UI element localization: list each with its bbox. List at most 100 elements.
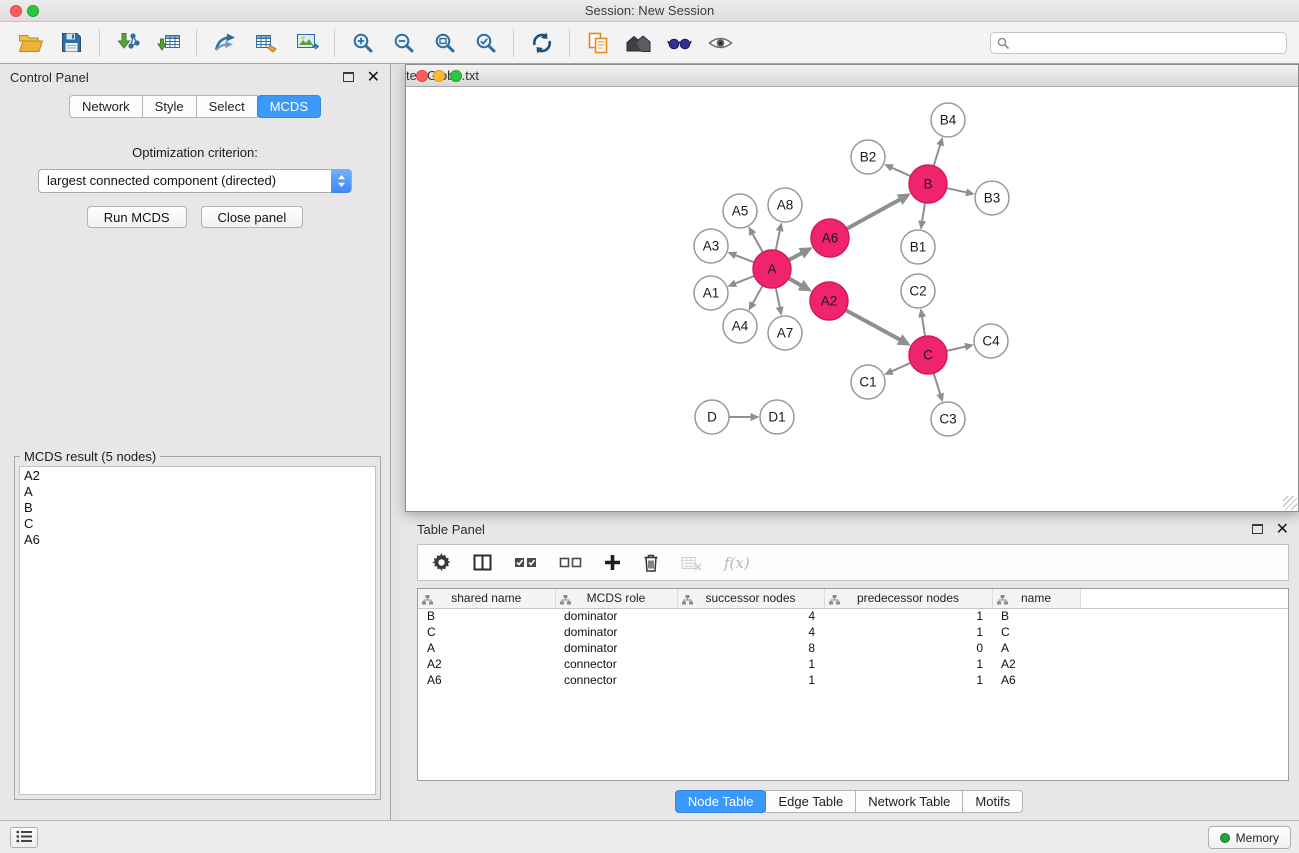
- table-cell[interactable]: 1: [824, 656, 992, 672]
- column-header-shared-name[interactable]: shared name: [418, 589, 555, 608]
- graph-edge-C-C2[interactable]: [922, 317, 925, 337]
- zoom-fit-icon[interactable]: [424, 26, 465, 60]
- float-panel-icon[interactable]: [1252, 524, 1263, 534]
- zoom-traffic-light[interactable]: [27, 5, 39, 17]
- mcds-result-list[interactable]: A2ABCA6: [19, 466, 376, 795]
- close-panel-button[interactable]: Close panel: [201, 206, 304, 228]
- save-session-icon[interactable]: [51, 26, 92, 60]
- graph-edge-B-B1[interactable]: [922, 203, 925, 222]
- table-cell[interactable]: dominator: [555, 608, 677, 624]
- delete-row-icon[interactable]: [643, 554, 659, 572]
- tab-edge-table[interactable]: Edge Table: [765, 790, 856, 813]
- select-all-icon[interactable]: [514, 555, 537, 570]
- table-cell[interactable]: C: [418, 624, 555, 640]
- graph-edge-C-C1[interactable]: [892, 363, 911, 372]
- table-cell[interactable]: B: [992, 608, 1080, 624]
- tab-motifs[interactable]: Motifs: [962, 790, 1023, 813]
- table-cell[interactable]: 4: [677, 608, 824, 624]
- graph-edge-B-B2[interactable]: [892, 168, 911, 177]
- table-cell[interactable]: A: [992, 640, 1080, 656]
- table-cell[interactable]: dominator: [555, 640, 677, 656]
- graph-edge-A6-B[interactable]: [847, 199, 900, 228]
- column-header-name[interactable]: name: [992, 589, 1080, 608]
- list-item[interactable]: A2: [20, 468, 375, 484]
- close-panel-icon[interactable]: ✕: [1276, 522, 1289, 536]
- table-cell[interactable]: 1: [824, 608, 992, 624]
- table-row[interactable]: Bdominator41B: [418, 608, 1288, 624]
- table-cell[interactable]: A6: [992, 672, 1080, 688]
- close-panel-icon[interactable]: ✕: [367, 70, 380, 84]
- graph-edge-A-A8[interactable]: [776, 230, 780, 250]
- search-input[interactable]: [990, 32, 1287, 54]
- eye-icon[interactable]: [700, 26, 741, 60]
- table-cell[interactable]: 1: [677, 656, 824, 672]
- table-cell[interactable]: connector: [555, 672, 677, 688]
- graph-edge-A-A6[interactable]: [789, 253, 802, 260]
- clear-table-icon[interactable]: [681, 555, 702, 571]
- open-file-icon[interactable]: [10, 26, 51, 60]
- graph-edge-A2-C[interactable]: [846, 310, 900, 340]
- graph-edge-C-C3[interactable]: [934, 373, 941, 394]
- table-cell[interactable]: A2: [418, 656, 555, 672]
- table-cell[interactable]: dominator: [555, 624, 677, 640]
- deselect-all-icon[interactable]: [559, 555, 582, 570]
- table-row[interactable]: A6connector11A6: [418, 672, 1288, 688]
- tab-node-table[interactable]: Node Table: [675, 790, 767, 813]
- table-cell[interactable]: connector: [555, 656, 677, 672]
- function-builder-icon[interactable]: f(x): [724, 554, 750, 572]
- tab-select[interactable]: Select: [196, 95, 258, 118]
- table-cell[interactable]: B: [418, 608, 555, 624]
- zoom-traffic-light[interactable]: [450, 70, 462, 82]
- graph-edge-B-B3[interactable]: [947, 188, 967, 192]
- tab-style[interactable]: Style: [142, 95, 197, 118]
- tab-mcds[interactable]: MCDS: [257, 95, 321, 118]
- gear-icon[interactable]: [432, 553, 451, 572]
- zoom-out-icon[interactable]: [383, 26, 424, 60]
- memory-button[interactable]: Memory: [1208, 826, 1291, 849]
- network-canvas[interactable]: B4B2BB3A8A5A6A3B1AC2A1A2A4A7C4CC1DD1C3: [406, 87, 1298, 511]
- column-header-predecessor-nodes[interactable]: predecessor nodes: [824, 589, 992, 608]
- resize-handle[interactable]: [1283, 496, 1297, 510]
- tab-network[interactable]: Network: [69, 95, 143, 118]
- zoom-in-icon[interactable]: [342, 26, 383, 60]
- table-cell[interactable]: 0: [824, 640, 992, 656]
- graph-edge-A-A2[interactable]: [789, 278, 802, 285]
- table-cell[interactable]: 1: [824, 624, 992, 640]
- import-network-icon[interactable]: [107, 26, 148, 60]
- column-header-successor-nodes[interactable]: successor nodes: [677, 589, 824, 608]
- column-header-mcds-role[interactable]: MCDS role: [555, 589, 677, 608]
- table-row[interactable]: A2connector11A2: [418, 656, 1288, 672]
- export-network-icon[interactable]: [204, 26, 245, 60]
- table-cell[interactable]: A2: [992, 656, 1080, 672]
- home-icon[interactable]: [618, 26, 659, 60]
- table-cell[interactable]: 1: [677, 672, 824, 688]
- close-traffic-light[interactable]: [416, 70, 428, 82]
- duplicate-network-icon[interactable]: [577, 26, 618, 60]
- graph-edge-A-A5[interactable]: [753, 234, 763, 253]
- graph-edge-B-B4[interactable]: [934, 145, 941, 166]
- add-row-icon[interactable]: [604, 554, 621, 571]
- graph-edge-A-A1[interactable]: [735, 276, 754, 284]
- graph-edge-A-A7[interactable]: [776, 288, 780, 308]
- table-cell[interactable]: C: [992, 624, 1080, 640]
- refresh-icon[interactable]: [521, 26, 562, 60]
- optimization-criterion-select[interactable]: largest connected component (directed): [38, 169, 352, 193]
- list-item[interactable]: A6: [20, 532, 375, 548]
- close-traffic-light[interactable]: [10, 5, 22, 17]
- task-list-button[interactable]: [10, 827, 38, 848]
- column-chooser-icon[interactable]: [473, 554, 492, 571]
- import-table-icon[interactable]: [148, 26, 189, 60]
- export-table-icon[interactable]: [245, 26, 286, 60]
- graph-edge-C-C4[interactable]: [947, 347, 966, 351]
- zoom-selected-icon[interactable]: [465, 26, 506, 60]
- table-cell[interactable]: 8: [677, 640, 824, 656]
- list-item[interactable]: C: [20, 516, 375, 532]
- glasses-icon[interactable]: [659, 26, 700, 60]
- graph-edge-A-A3[interactable]: [735, 255, 754, 262]
- table-cell[interactable]: 4: [677, 624, 824, 640]
- table-row[interactable]: Adominator80A: [418, 640, 1288, 656]
- table-cell[interactable]: A6: [418, 672, 555, 688]
- list-item[interactable]: A: [20, 484, 375, 500]
- network-window-titlebar[interactable]: testGlobe.txt: [406, 65, 1298, 87]
- table-row[interactable]: Cdominator41C: [418, 624, 1288, 640]
